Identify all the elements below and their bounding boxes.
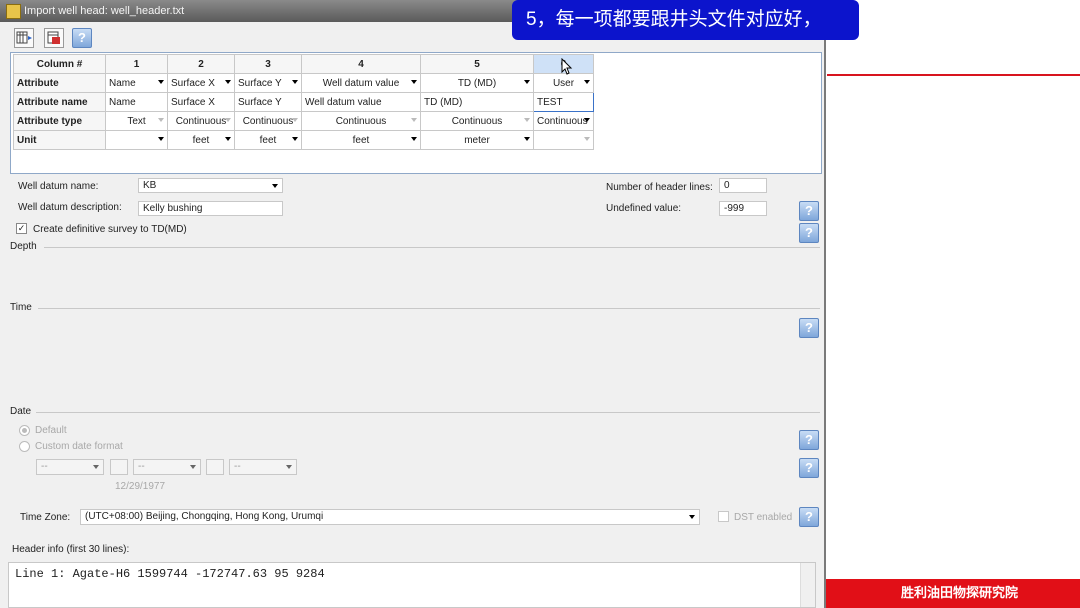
date-format-select-1[interactable]: -- <box>36 459 104 475</box>
unit-select-3[interactable]: feet <box>234 130 302 150</box>
column-header-5[interactable]: 5 <box>420 54 534 74</box>
attribute-select-1[interactable]: Name <box>105 73 168 93</box>
attribute-select-2[interactable]: Surface X <box>167 73 235 93</box>
date-separator-1[interactable] <box>110 459 128 475</box>
row-header-attribute-type: Attribute type <box>13 111 106 131</box>
attribute-select-4[interactable]: Well datum value <box>301 73 421 93</box>
attribute-select-3[interactable]: Surface Y <box>234 73 302 93</box>
default-date-label: Default <box>35 425 67 436</box>
help-icon[interactable]: ? <box>72 28 92 48</box>
attribute-type-select-6[interactable]: Continuous <box>533 111 594 131</box>
attribute-name-1[interactable]: Name <box>105 92 168 112</box>
help-icon[interactable]: ? <box>799 223 819 243</box>
default-date-radio[interactable] <box>19 425 30 436</box>
help-icon[interactable]: ? <box>799 430 819 450</box>
date-format-select-3[interactable]: -- <box>229 459 297 475</box>
attribute-type-select-4[interactable]: Continuous <box>301 111 421 131</box>
delete-column-icon[interactable] <box>44 28 64 48</box>
custom-date-label: Custom date format <box>35 441 123 452</box>
annotation-callout: 5，每一项都要跟井头文件对应好， <box>512 0 859 40</box>
definitive-survey-checkbox[interactable]: ✓ <box>16 223 27 234</box>
time-zone-select[interactable]: (UTC+08:00) Beijing, Chongqing, Hong Kon… <box>80 509 700 525</box>
depth-section-label: Depth <box>10 241 37 252</box>
unit-select-5[interactable]: meter <box>420 130 534 150</box>
app-icon <box>6 4 21 19</box>
column-header-3[interactable]: 3 <box>234 54 302 74</box>
unit-select-2[interactable]: feet <box>167 130 235 150</box>
attribute-name-4[interactable]: Well datum value <box>301 92 421 112</box>
attribute-name-2[interactable]: Surface X <box>167 92 235 112</box>
attribute-select-5[interactable]: TD (MD) <box>420 73 534 93</box>
column-header-1[interactable]: 1 <box>105 54 168 74</box>
slide-footer: 胜利油田物探研究院 <box>826 579 1080 608</box>
attribute-type-select-1[interactable]: Text <box>105 111 168 131</box>
header-lines-label: Number of header lines: <box>606 182 713 193</box>
unit-select-6[interactable] <box>533 130 594 150</box>
definitive-survey-label: Create definitive survey to TD(MD) <box>33 224 187 235</box>
undefined-value-input[interactable]: -999 <box>719 201 767 216</box>
date-separator-2[interactable] <box>206 459 224 475</box>
well-datum-description-input[interactable]: Kelly bushing <box>138 201 283 216</box>
row-header-unit: Unit <box>13 130 106 150</box>
column-mapping-grid: Column # 1 2 3 4 5 6 Attribute Name Surf… <box>10 52 822 174</box>
column-header-2[interactable]: 2 <box>167 54 235 74</box>
attribute-name-6-input[interactable]: TEST <box>533 92 594 112</box>
custom-date-radio[interactable] <box>19 441 30 452</box>
header-info-scrollbar[interactable] <box>800 563 815 607</box>
attribute-name-5[interactable]: TD (MD) <box>420 92 534 112</box>
column-header-4[interactable]: 4 <box>301 54 421 74</box>
attribute-name-3[interactable]: Surface Y <box>234 92 302 112</box>
import-well-head-dialog: Import well head: well_header.txt ? Colu… <box>0 0 826 608</box>
time-zone-label: Time Zone: <box>20 512 71 523</box>
date-format-select-2[interactable]: -- <box>133 459 201 475</box>
attribute-type-select-2[interactable]: Continuous <box>167 111 235 131</box>
mouse-cursor-icon <box>561 58 573 75</box>
time-section-label: Time <box>10 302 32 313</box>
help-icon[interactable]: ? <box>799 458 819 478</box>
row-header-attribute-name: Attribute name <box>13 92 106 112</box>
attribute-type-select-5[interactable]: Continuous <box>420 111 534 131</box>
row-header-attribute: Attribute <box>13 73 106 93</box>
undefined-value-label: Undefined value: <box>606 203 682 214</box>
unit-select-1[interactable] <box>105 130 168 150</box>
depth-divider <box>44 247 820 248</box>
date-divider <box>36 412 820 413</box>
dst-enabled-label: DST enabled <box>734 512 793 523</box>
help-icon[interactable]: ? <box>799 507 819 527</box>
well-datum-description-label: Well datum description: <box>18 202 122 213</box>
date-section-label: Date <box>10 406 32 417</box>
time-divider <box>38 308 820 309</box>
column-settings-icon[interactable] <box>14 28 34 48</box>
attribute-type-select-3[interactable]: Continuous <box>234 111 302 131</box>
help-icon[interactable]: ? <box>799 318 819 338</box>
header-info-preview: Line 1: Agate-H6 1599744 -172747.63 95 9… <box>8 562 816 608</box>
well-datum-name-select[interactable]: KB <box>138 178 283 193</box>
attribute-select-6[interactable]: User <box>533 73 594 93</box>
header-info-line: Line 1: Agate-H6 1599744 -172747.63 95 9… <box>15 567 325 581</box>
header-info-label: Header info (first 30 lines): <box>12 544 130 555</box>
slide-accent-line <box>827 74 1080 76</box>
dst-enabled-checkbox[interactable] <box>718 511 729 522</box>
unit-select-4[interactable]: feet <box>301 130 421 150</box>
help-icon[interactable]: ? <box>799 201 819 221</box>
header-lines-input[interactable]: 0 <box>719 178 767 193</box>
window-title: Import well head: well_header.txt <box>24 5 185 17</box>
date-example: 12/29/1977 <box>115 481 166 492</box>
well-datum-name-label: Well datum name: <box>18 181 99 192</box>
grid-corner: Column # <box>13 54 106 74</box>
